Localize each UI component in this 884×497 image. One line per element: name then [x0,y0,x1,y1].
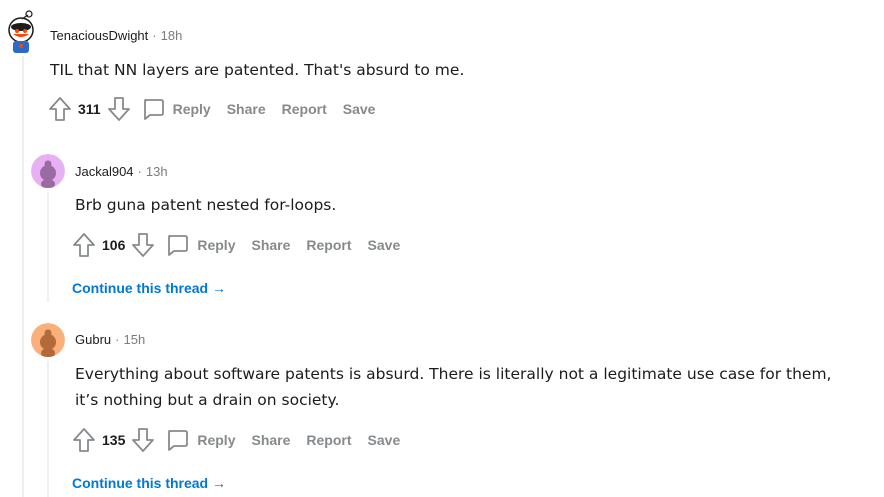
comment-icon [168,235,189,256]
username[interactable]: TenaciousDwight [50,28,148,43]
share-button[interactable]: Share [227,101,266,117]
downvote-icon[interactable] [107,96,131,122]
upvote-icon[interactable] [72,427,96,453]
comment-header: TenaciousDwight · 18h [50,28,182,43]
reply-label: Reply [197,432,236,448]
snoo-avatar-icon [31,323,65,357]
snoo-avatar-icon [31,154,65,188]
comment-body-line: it’s nothing but a drain on society. [75,391,340,409]
comment-body: TIL that NN layers are patented. That's … [50,61,465,79]
avatar[interactable] [31,154,65,188]
share-button[interactable]: Share [251,237,290,253]
comment-body-line: Everything about software patents is abs… [75,365,832,383]
comment-body: Everything about software patents is abs… [75,361,875,413]
thread-line[interactable] [22,56,24,497]
reply-button[interactable]: Reply [141,97,211,121]
reply-label: Reply [197,237,236,253]
separator: · [152,28,157,43]
upvote-icon[interactable] [72,232,96,258]
vote-score: 106 [102,237,126,253]
comment-icon [168,430,189,451]
avatar[interactable] [31,323,65,357]
report-button[interactable]: Report [306,432,351,448]
save-button[interactable]: Save [368,432,401,448]
reply-label: Reply [172,101,211,117]
downvote-icon[interactable] [131,427,155,453]
thread-line-nested-2[interactable] [47,361,49,497]
comment-actions: 106 Reply Share Report Save [72,231,400,259]
vote-score: 311 [78,101,101,117]
comment-body: Brb guna patent nested for-loops. [75,196,337,214]
username[interactable]: Jackal904 [75,164,134,179]
report-button[interactable]: Report [282,101,327,117]
vote-score: 135 [102,432,126,448]
downvote-icon[interactable] [131,232,155,258]
avatar[interactable] [4,8,38,54]
username[interactable]: Gubru [75,332,111,347]
separator: · [115,332,120,347]
reply-button[interactable]: Reply [165,428,235,452]
comment-header: Jackal904 · 13h [75,164,168,179]
comment-header: Gubru · 15h [75,332,145,347]
snoo-avatar-icon [8,10,34,53]
separator: · [137,164,142,179]
upvote-icon[interactable] [48,96,72,122]
timestamp[interactable]: 13h [146,164,168,179]
report-button[interactable]: Report [306,237,351,253]
comment-actions: 135 Reply Share Report Save [72,426,400,454]
continue-thread-link[interactable]: Continue this thread → [72,280,226,296]
save-button[interactable]: Save [368,237,401,253]
comment-actions: 311 Reply Share Report Save [48,95,375,123]
timestamp[interactable]: 18h [161,28,183,43]
share-button[interactable]: Share [251,432,290,448]
reply-button[interactable]: Reply [165,233,235,257]
timestamp[interactable]: 15h [123,332,145,347]
continue-thread-link[interactable]: Continue this thread → [72,475,226,491]
thread-line-nested[interactable] [47,192,49,302]
comment-icon [143,99,164,120]
save-button[interactable]: Save [343,101,376,117]
